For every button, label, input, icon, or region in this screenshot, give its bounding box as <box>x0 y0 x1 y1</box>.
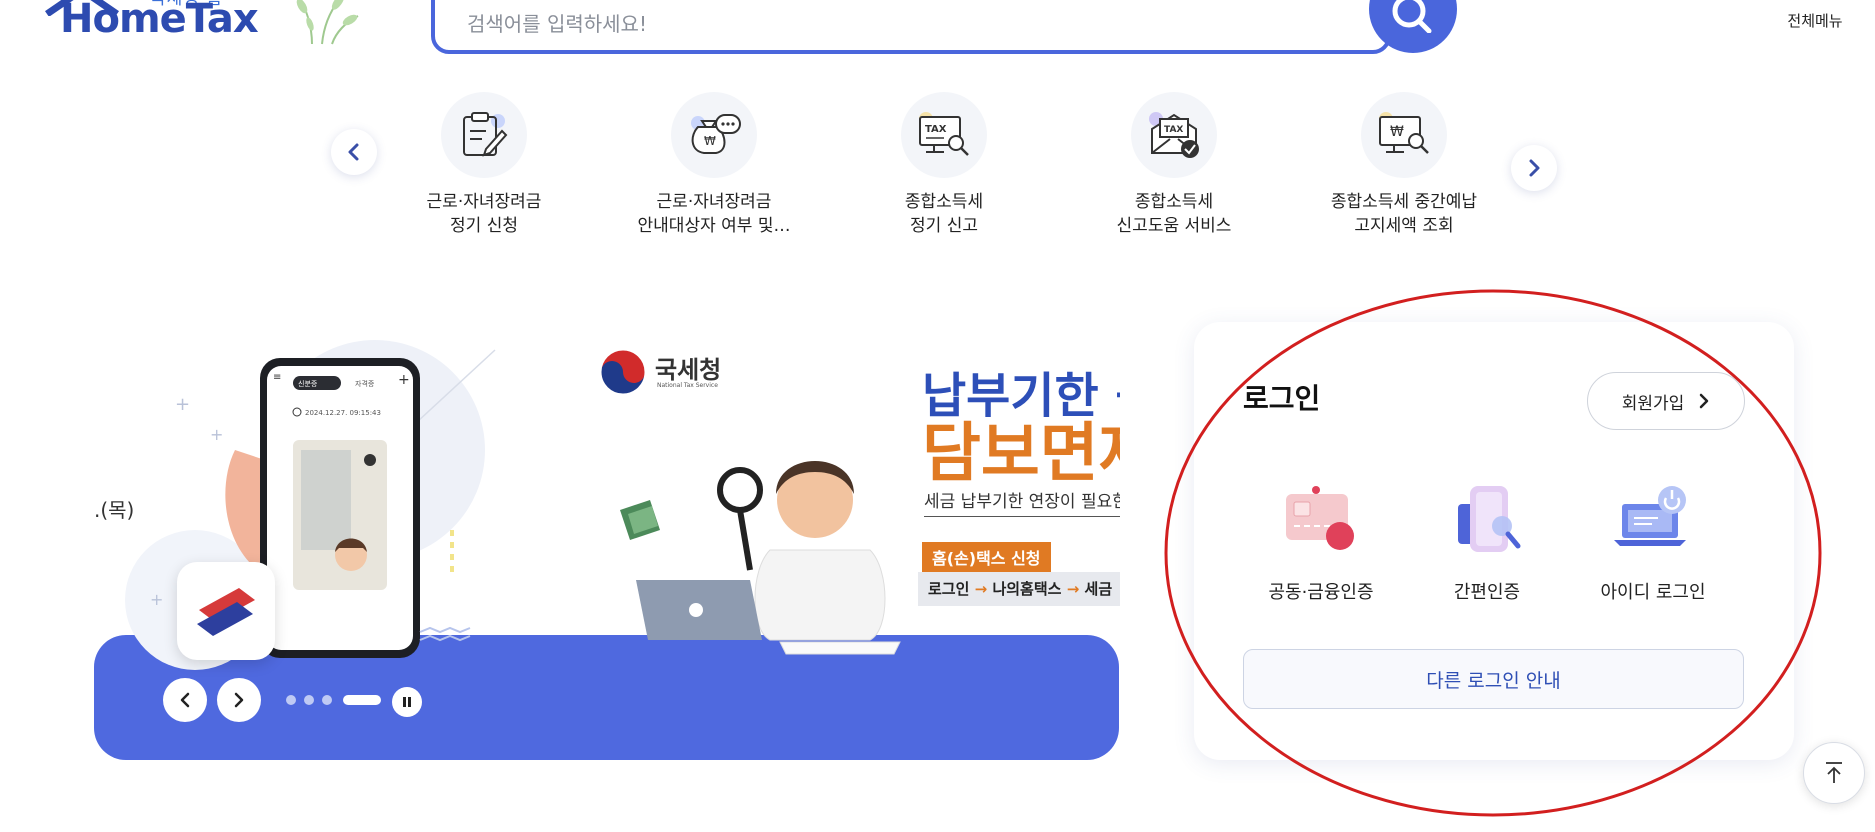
clipboard-pen-icon <box>463 112 508 157</box>
svg-text:TAX: TAX <box>925 124 947 135</box>
svg-text:자격증: 자격증 <box>355 379 375 388</box>
quickmenu-label-line1: 종합소득세 <box>904 192 984 212</box>
svg-text:+: + <box>398 372 410 388</box>
banner-indicator-dot[interactable] <box>322 695 332 705</box>
chevron-right-icon <box>234 692 244 708</box>
chevron-left-icon <box>348 143 359 161</box>
main-banner-carousel[interactable]: .(목) + + + 신분증 자격증 ≡ + 2024.12.27. 09:15… <box>0 310 1120 760</box>
all-menu-button[interactable]: 전체메뉴 <box>1770 0 1860 31</box>
quickmenu-item-earned-income-credit-apply[interactable]: 근로·자녀장려금 정기 신청 <box>384 92 584 238</box>
login-panel: 로그인 회원가입 공동·금융인증 간편인증 아이디 로그인 다른 로그인 안내 <box>1194 322 1794 760</box>
nts-english-name: National Tax Service <box>657 382 718 389</box>
search-bar <box>431 0 1391 54</box>
quickmenu-item-interim-prepayment-inquiry[interactable]: ₩ 종합소득세 중간예납 고지세액 조회 <box>1304 92 1504 238</box>
quickmenu-next-button[interactable] <box>1511 145 1557 191</box>
path-arrow: → <box>974 580 988 598</box>
chevron-right-icon <box>1529 159 1540 177</box>
svg-text:≡: ≡ <box>273 372 281 383</box>
money-bag-chat-icon: ₩ <box>691 114 741 154</box>
hometax-app-icon <box>177 562 275 660</box>
quickmenu-label-line1: 근로·자녀장려금 <box>656 192 772 212</box>
arrow-up-icon <box>1826 762 1842 783</box>
chevron-right-icon <box>1700 393 1709 409</box>
banner-pause-button[interactable] <box>392 687 422 717</box>
banner-indicator-dot[interactable] <box>286 695 296 705</box>
svg-text:₩: ₩ <box>1390 124 1404 140</box>
login-option-label: 간편인증 <box>1453 582 1521 603</box>
quickmenu-label-line2: 고지세액 조회 <box>1354 216 1454 236</box>
svg-text:신분증: 신분증 <box>298 379 318 388</box>
hometax-logo[interactable]: 국세청 홈 HomeTax <box>42 0 359 56</box>
quickmenu-item-earned-income-credit-eligibility[interactable]: ₩ 근로·자녀장려금 안내대상자 여부 및… <box>614 92 814 238</box>
won-monitor-search-icon: ₩ <box>1379 112 1429 154</box>
nts-emblem-icon <box>600 349 646 395</box>
svg-text:+: + <box>175 394 190 415</box>
banner-headline-2: 담보면제 <box>922 417 1120 491</box>
svg-text:2024.12.27. 09:15:43: 2024.12.27. 09:15:43 <box>305 409 381 417</box>
signup-button[interactable]: 회원가입 <box>1587 372 1745 430</box>
svg-text:+: + <box>150 590 163 609</box>
quickmenu-item-income-tax-help-service[interactable]: TAX 종합소득세 신고도움 서비스 <box>1074 92 1274 238</box>
quickmenu-label-line1: 근로·자녀장려금 <box>426 192 542 212</box>
login-option-certificate[interactable]: 공동·금융인증 <box>1241 482 1401 604</box>
mobile-id-illustration: + + + 신분증 자격증 ≡ + 2024.12.27. 09:15:43 <box>125 340 496 670</box>
quickmenu-label-line2: 안내대상자 여부 및… <box>637 216 791 236</box>
path-step: 세금 <box>1084 580 1113 598</box>
all-menu-label: 전체메뉴 <box>1787 12 1843 30</box>
certificate-card-icon <box>1286 486 1354 550</box>
login-option-label: 아이디 로그인 <box>1600 582 1706 603</box>
login-option-simple-auth[interactable]: 간편인증 <box>1407 482 1567 604</box>
logo-wordmark: HomeTax <box>60 0 259 42</box>
pause-icon <box>403 697 411 707</box>
search-icon <box>1392 0 1432 33</box>
path-step: 로그인 <box>928 580 970 598</box>
path-arrow: → <box>1066 580 1080 598</box>
quickmenu-item-income-tax-filing[interactable]: TAX 종합소득세 정기 신고 <box>844 92 1044 238</box>
signup-label: 회원가입 <box>1621 393 1685 414</box>
path-step: 나의홈택스 <box>992 580 1062 598</box>
banner-indicator-active[interactable] <box>343 695 381 705</box>
quickmenu-label-line2: 신고도움 서비스 <box>1116 216 1232 236</box>
quickmenu-label-line1: 종합소득세 <box>1134 192 1214 212</box>
svg-text:₩: ₩ <box>704 134 716 148</box>
banner-indicator-dot[interactable] <box>304 695 314 705</box>
nts-name: 국세청 <box>655 356 722 384</box>
tax-monitor-search-icon: TAX <box>919 112 969 156</box>
quickmenu-prev-button[interactable] <box>331 129 377 175</box>
quickmenu-label-line2: 정기 신청 <box>450 216 518 236</box>
banner-next-button[interactable] <box>217 678 261 722</box>
login-option-id-login[interactable]: 아이디 로그인 <box>1573 482 1733 604</box>
banner-prev-button[interactable] <box>163 678 207 722</box>
man-magnifier-illustration <box>620 461 901 655</box>
laptop-power-icon <box>1614 486 1686 546</box>
login-option-label: 공동·금융인증 <box>1268 582 1374 603</box>
banner-subline: 세금 납부기한 연장이 필요한 <box>924 487 1120 517</box>
svg-text:TAX: TAX <box>1164 125 1183 135</box>
tax-envelope-check-icon: TAX <box>1149 112 1199 158</box>
banner-path: 로그인 → 나의홈택스 → 세금 <box>918 572 1120 606</box>
other-login-guide-button[interactable]: 다른 로그인 안내 <box>1243 649 1744 709</box>
chevron-left-icon <box>180 692 190 708</box>
svg-text:+: + <box>210 425 223 444</box>
scroll-to-top-button[interactable] <box>1803 742 1865 804</box>
login-title: 로그인 <box>1243 382 1321 415</box>
quickmenu-label-line1: 종합소득세 중간예납 <box>1330 192 1478 212</box>
banner-tag: 홈(손)택스 신청 <box>922 542 1051 572</box>
quickmenu-label-line2: 정기 신고 <box>910 216 978 236</box>
plant-icon <box>296 0 359 45</box>
search-input[interactable] <box>465 4 1305 44</box>
phone-search-icon <box>1458 486 1521 552</box>
